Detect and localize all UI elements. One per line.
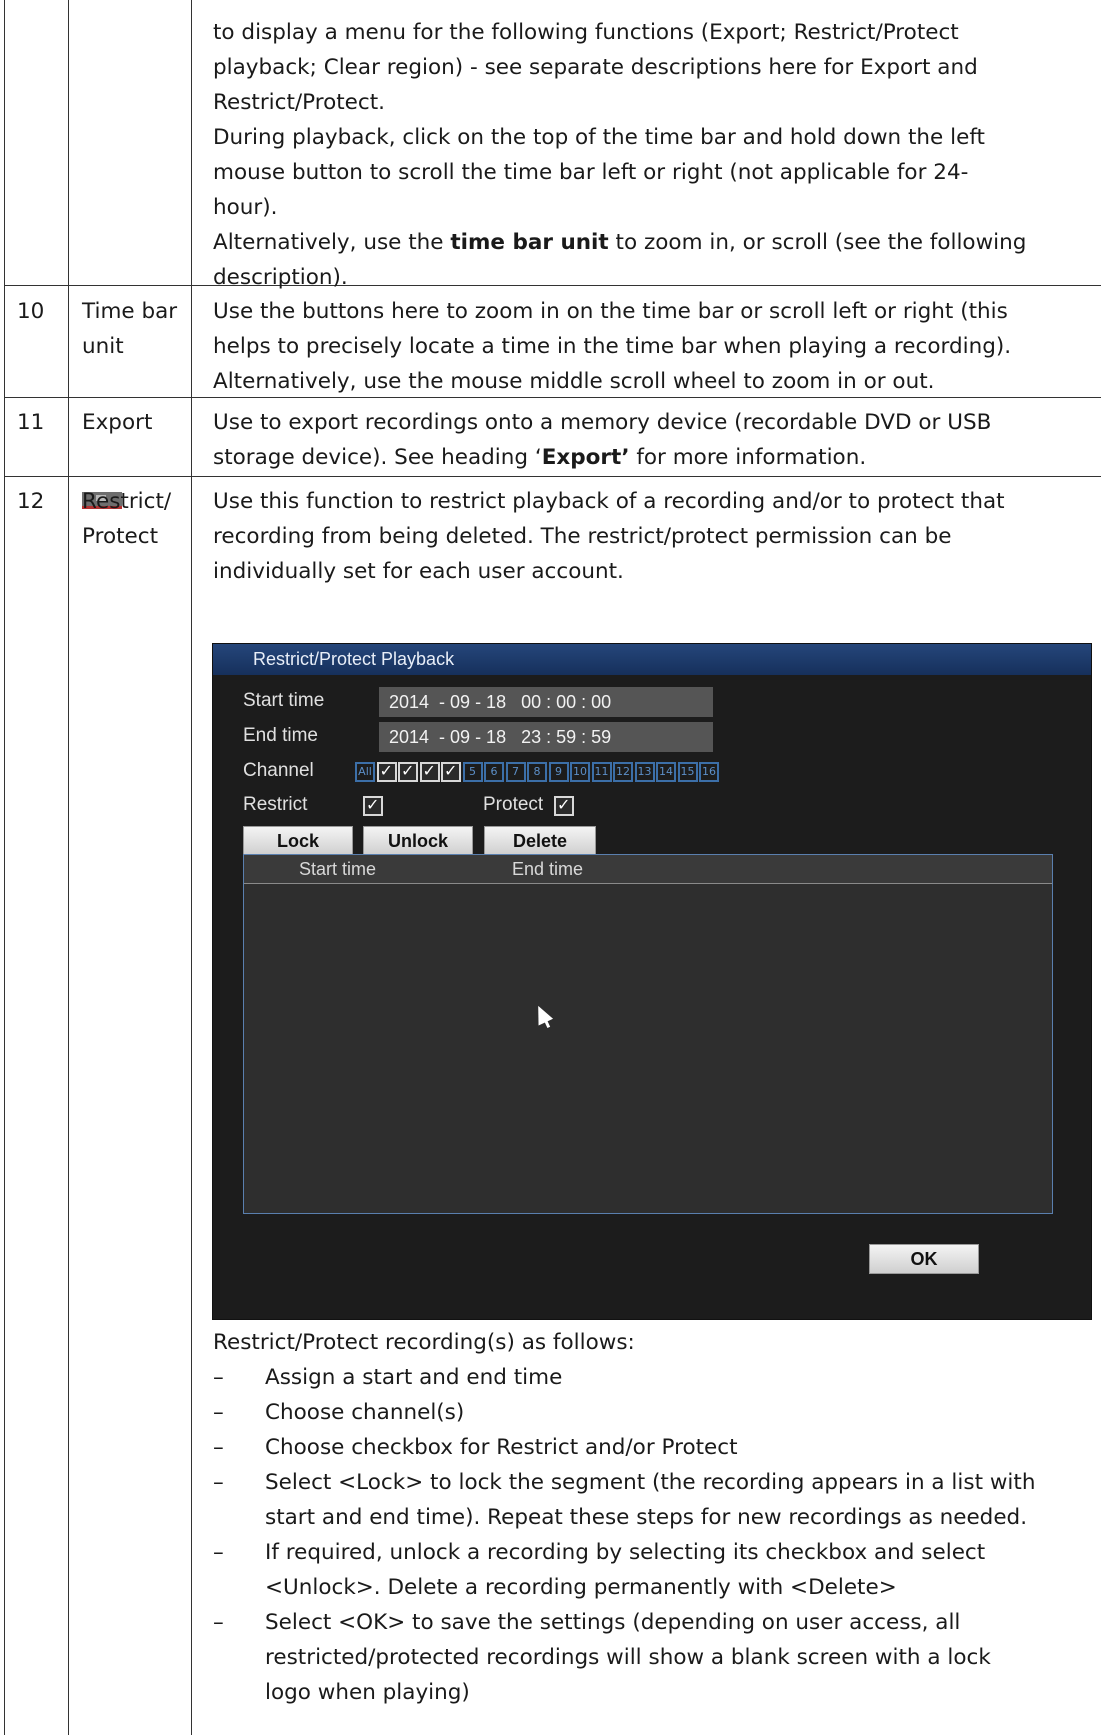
text-suffix: for more information. bbox=[629, 445, 867, 470]
channel-checkbox[interactable]: 6 bbox=[484, 762, 504, 782]
row-divider bbox=[4, 476, 1101, 477]
text-line: Use this function to restrict playback o… bbox=[213, 489, 1005, 514]
row-name: Export bbox=[82, 410, 153, 435]
channel-checkbox[interactable]: 13 bbox=[634, 762, 655, 782]
text-line: restricted/protected recordings will sho… bbox=[265, 1645, 991, 1670]
start-time-field[interactable]: 2014 - 09 - 18 00 : 00 : 00 bbox=[379, 687, 713, 717]
channel-checkbox[interactable]: 8 bbox=[527, 762, 547, 782]
bullet-dash: – bbox=[213, 1540, 224, 1565]
table-border-col1 bbox=[68, 0, 69, 1735]
text-line: to display a menu for the following func… bbox=[213, 20, 959, 45]
bullet-dash: – bbox=[213, 1365, 224, 1390]
steps-intro: Restrict/Protect recording(s) as follows… bbox=[213, 1330, 635, 1355]
ok-button[interactable]: OK bbox=[869, 1244, 979, 1274]
manual-page: to display a menu for the following func… bbox=[0, 0, 1105, 1735]
row-description: Use this function to restrict playback o… bbox=[213, 484, 1093, 589]
channel-checkbox[interactable] bbox=[419, 761, 440, 782]
list-item: Choose checkbox for Restrict and/or Prot… bbox=[265, 1430, 1095, 1465]
list-item: Select <Lock> to lock the segment (the r… bbox=[265, 1465, 1095, 1535]
alt-suffix: to zoom in, or scroll (see the following bbox=[608, 230, 1027, 255]
text-line: Select <Lock> to lock the segment (the r… bbox=[265, 1470, 1036, 1495]
text-line: Assign a start and end time bbox=[265, 1365, 563, 1390]
restrict-protect-dialog: Restrict/Protect Playback Start time 201… bbox=[212, 643, 1092, 1320]
channel-checkbox[interactable]: 16 bbox=[699, 762, 719, 782]
bullet-dash: – bbox=[213, 1400, 224, 1425]
channel-checkbox[interactable]: 10 bbox=[570, 762, 590, 782]
top-description: to display a menu for the following func… bbox=[213, 15, 1093, 295]
text-line: helps to precisely locate a time in the … bbox=[213, 334, 1012, 359]
restrict-label: Restrict bbox=[243, 794, 308, 815]
channel-checkbox[interactable]: 9 bbox=[548, 762, 569, 782]
text-line: Use the buttons here to zoom in on the t… bbox=[213, 299, 1008, 324]
text-line: Alternatively, use the mouse middle scro… bbox=[213, 369, 935, 394]
text-line: During playback, click on the top of the… bbox=[213, 125, 985, 150]
row-name: Time bar unit bbox=[82, 299, 178, 359]
text-line: Restrict/Protect. bbox=[213, 90, 385, 115]
export-heading-ref: Export’ bbox=[541, 445, 630, 470]
bullet-dash: – bbox=[213, 1435, 224, 1460]
unlock-button[interactable]: Unlock bbox=[363, 826, 473, 856]
channel-checkbox[interactable] bbox=[441, 761, 461, 782]
channel-checkbox[interactable]: 5 bbox=[462, 762, 483, 782]
text-line: playback; Clear region) - see separate d… bbox=[213, 55, 978, 80]
table-border-col2 bbox=[191, 0, 192, 1735]
channel-checkbox[interactable]: 7 bbox=[505, 762, 526, 782]
column-end-time: End time bbox=[512, 859, 584, 879]
table-border-left bbox=[4, 0, 5, 1735]
text-line: hour). bbox=[213, 195, 278, 220]
row-description: Use the buttons here to zoom in on the t… bbox=[213, 294, 1093, 399]
text-line: storage device). See heading ‘Export’ fo… bbox=[213, 440, 1093, 475]
text-line: Alternatively, use the time bar unit to … bbox=[213, 225, 1093, 260]
channel-checkbox[interactable] bbox=[376, 761, 397, 782]
locked-recordings-list[interactable]: Start time End time bbox=[243, 854, 1053, 1214]
text-line: logo when playing) bbox=[265, 1680, 470, 1705]
start-time-label: Start time bbox=[243, 690, 325, 711]
dialog-title: Restrict/Protect Playback bbox=[213, 644, 1091, 675]
text-line: Use to export recordings onto a memory d… bbox=[213, 410, 992, 435]
channel-checkbox[interactable]: 12 bbox=[613, 762, 633, 782]
text-line: description). bbox=[213, 265, 348, 290]
channel-checkbox[interactable]: 11 bbox=[591, 762, 612, 782]
bullet-dash: – bbox=[213, 1610, 224, 1635]
column-start-time: Start time bbox=[299, 859, 377, 879]
channel-checkbox[interactable] bbox=[398, 761, 418, 782]
list-header: Start time End time bbox=[244, 855, 1052, 884]
text-line: Choose checkbox for Restrict and/or Prot… bbox=[265, 1435, 738, 1460]
channel-all-checkbox[interactable]: All bbox=[355, 762, 375, 782]
list-item: Select <OK> to save the settings (depend… bbox=[265, 1605, 1095, 1710]
protect-label: Protect bbox=[483, 794, 544, 815]
text-line: mouse button to scroll the time bar left… bbox=[213, 160, 969, 185]
end-time-field[interactable]: 2014 - 09 - 18 23 : 59 : 59 bbox=[379, 722, 713, 752]
text-prefix: storage device). See heading ‘ bbox=[213, 445, 542, 470]
delete-button[interactable]: Delete bbox=[484, 826, 596, 856]
row-description: Use to export recordings onto a memory d… bbox=[213, 405, 1093, 475]
text-line: If required, unlock a recording by selec… bbox=[265, 1540, 986, 1565]
restrict-checkbox[interactable] bbox=[363, 795, 383, 816]
text-line: Select <OK> to save the settings (depend… bbox=[265, 1610, 961, 1635]
text-line: individually set for each user account. bbox=[213, 559, 624, 584]
list-item: Assign a start and end time bbox=[265, 1360, 1095, 1395]
text-line: start and end time). Repeat these steps … bbox=[265, 1505, 1028, 1530]
row-name: Restrict/ Protect bbox=[82, 489, 172, 549]
text-line: <Unlock>. Delete a recording permanently… bbox=[265, 1575, 897, 1600]
channel-checkbox[interactable]: 14 bbox=[656, 762, 676, 782]
channel-label: Channel bbox=[243, 760, 314, 781]
row-number: 11 bbox=[17, 410, 45, 435]
bullet-dash: – bbox=[213, 1470, 224, 1495]
time-bar-unit-term: time bar unit bbox=[450, 230, 609, 255]
text-line: recording from being deleted. The restri… bbox=[213, 524, 952, 549]
protect-checkbox[interactable] bbox=[554, 795, 574, 816]
row-number: 10 bbox=[17, 299, 45, 324]
text-line: Choose channel(s) bbox=[265, 1400, 465, 1425]
alt-prefix: Alternatively, use the bbox=[213, 230, 451, 255]
row-number: 12 bbox=[17, 489, 45, 514]
lock-button[interactable]: Lock bbox=[243, 826, 353, 856]
end-time-label: End time bbox=[243, 725, 318, 746]
channel-checkbox[interactable]: 15 bbox=[677, 762, 698, 782]
list-item: If required, unlock a recording by selec… bbox=[265, 1535, 1095, 1605]
list-item: Choose channel(s) bbox=[265, 1395, 1095, 1430]
mouse-cursor-icon bbox=[530, 1002, 554, 1026]
